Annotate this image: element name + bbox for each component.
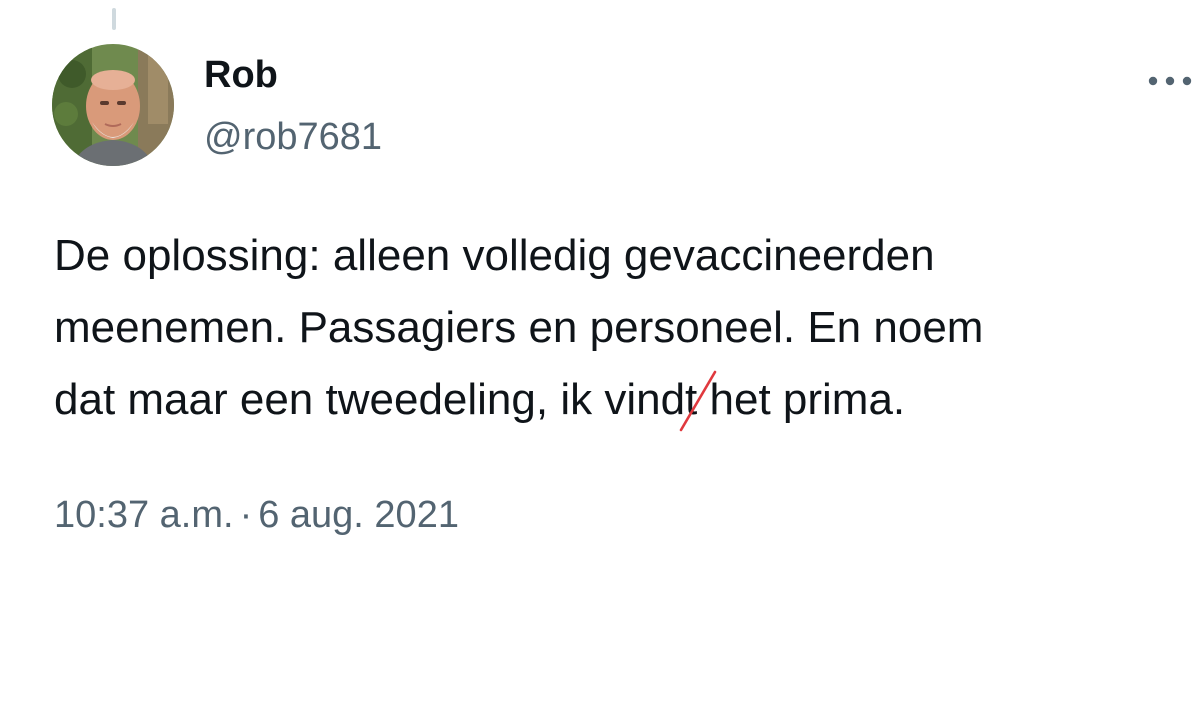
avatar[interactable] <box>52 44 174 166</box>
avatar-photo <box>52 44 174 166</box>
more-horizontal-icon <box>1148 76 1192 86</box>
tweet-text-line: meenemen. Passagiers en personeel. En no… <box>54 303 984 352</box>
tweet-timestamp: 10:37 a.m. · 6 aug. 2021 <box>54 492 459 538</box>
tweet-text-segment: dat maar een tweedeling, ik vind <box>54 375 686 424</box>
more-options-button[interactable] <box>1144 66 1196 96</box>
corrected-letter-text: t <box>685 375 698 424</box>
tweet-time[interactable]: 10:37 a.m. <box>54 494 234 536</box>
meta-separator: · <box>239 494 253 536</box>
thread-connector-line <box>112 8 116 30</box>
display-name[interactable]: Rob <box>204 52 278 98</box>
tweet-date[interactable]: 6 aug. 2021 <box>258 494 459 536</box>
user-handle[interactable]: @rob7681 <box>204 114 382 160</box>
tweet-text-line: dat maar een tweedeling, ik vindt het pr… <box>54 364 1174 436</box>
tweet-text: De oplossing: alleen volledig gevaccinee… <box>54 220 1174 436</box>
corrected-letter: t <box>679 364 717 436</box>
tweet-text-segment: het prima. <box>697 375 906 424</box>
tweet-text-line: De oplossing: alleen volledig gevaccinee… <box>54 231 935 280</box>
